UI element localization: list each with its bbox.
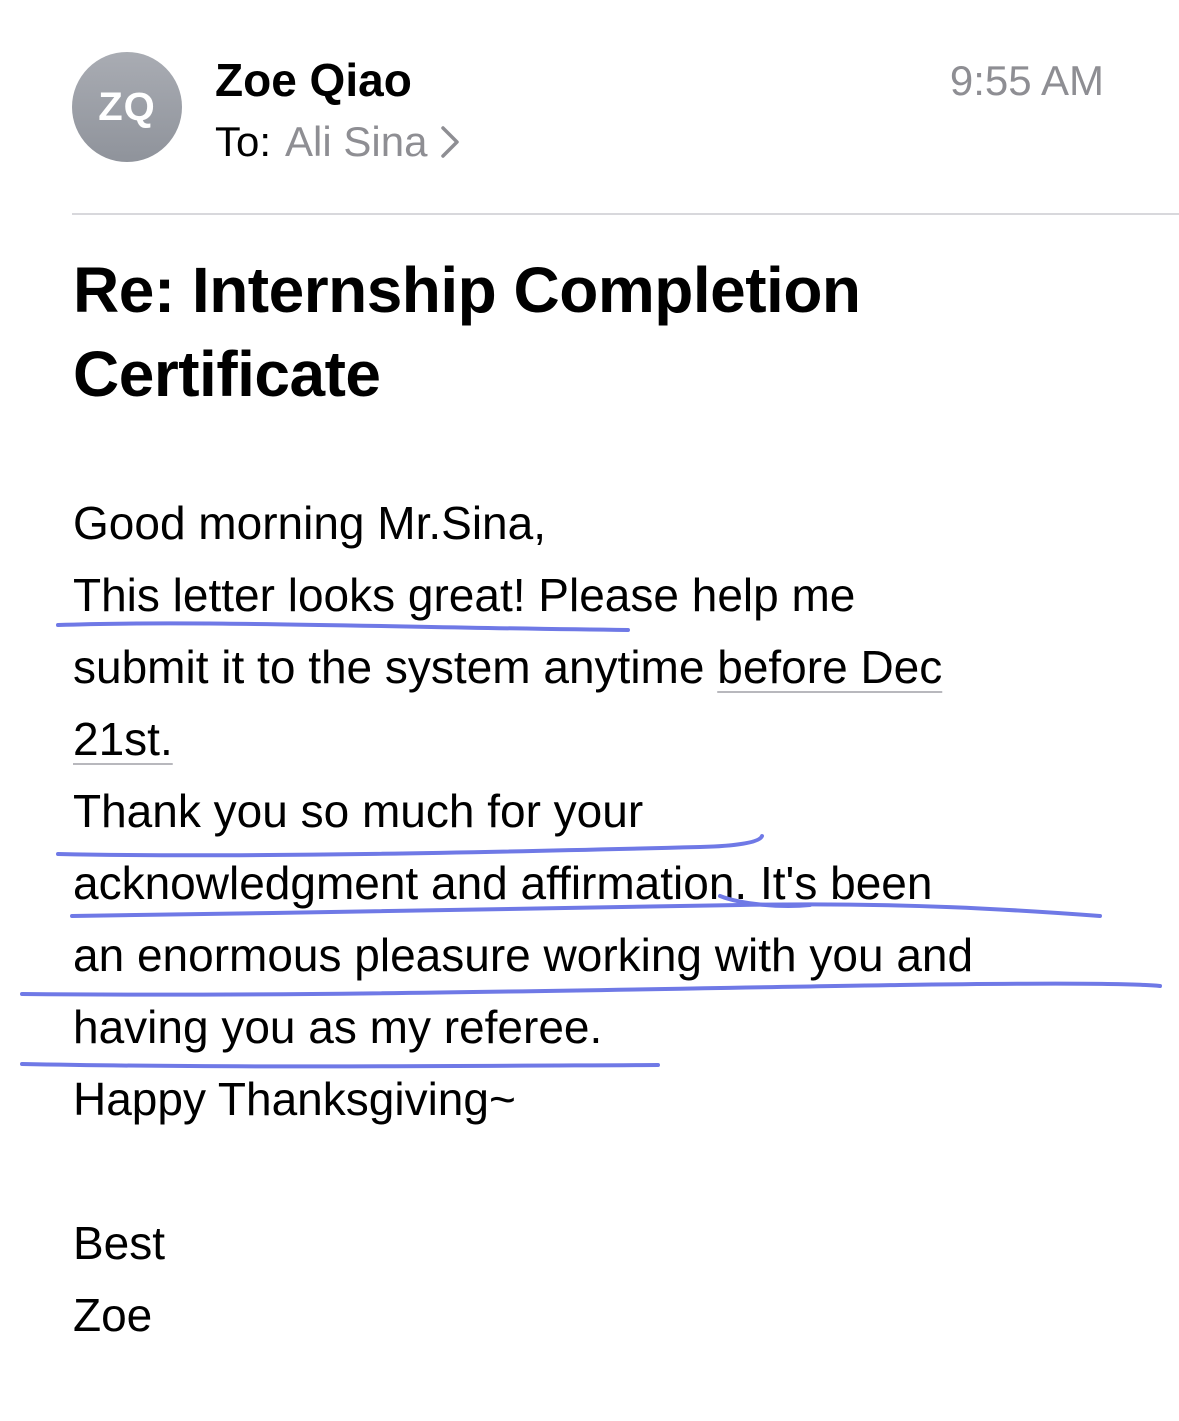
body-line: having you as my referee. [73,1001,603,1053]
header-divider [72,213,1179,215]
recipient-name[interactable]: Ali Sina [285,116,427,168]
body-line: Thank you so much for your [73,785,644,837]
body-greeting: Good morning Mr.Sina, [73,497,547,549]
closing: Best [73,1217,166,1269]
signature: Zoe [73,1289,153,1341]
avatar-initials: ZQ [98,84,156,129]
body-line: 21st. [73,703,1133,775]
date-link[interactable]: before Dec [717,641,942,693]
email-body: Good morning Mr.Sina, This letter looks … [73,487,1133,1351]
to-label: To: [215,118,272,165]
body-line: Happy Thanksgiving~ [73,1073,516,1125]
date-link[interactable]: 21st. [73,713,173,765]
timestamp: 9:55 AM [949,57,1104,104]
recipient-row[interactable]: To: Ali Sina [215,116,463,168]
body-line: an enormous pleasure working with you an… [73,929,974,981]
sender-avatar[interactable]: ZQ [72,52,182,162]
body-line: This letter looks great! Please help me [73,569,856,621]
body-line-text: submit it to the system anytime [73,641,718,693]
sender-name[interactable]: Zoe Qiao [215,52,412,108]
body-line: acknowledgment and affirmation. It's bee… [73,857,933,909]
email-subject: Re: Internship Completion Certificate [73,254,861,410]
body-line: submit it to the system anytime before D… [73,631,1133,703]
chevron-right-icon[interactable] [439,122,463,162]
